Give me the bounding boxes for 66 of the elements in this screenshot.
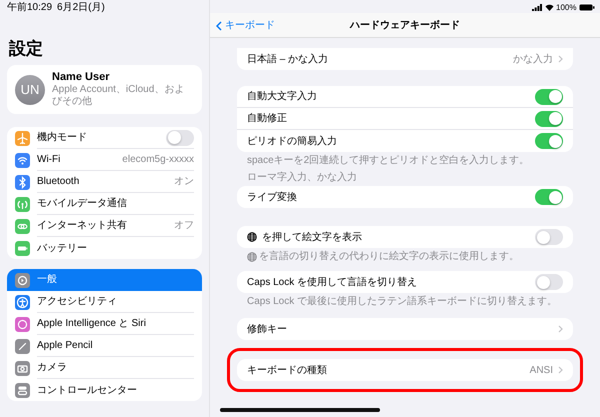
item-label: Wi-Fi	[37, 153, 62, 167]
toggle-switch[interactable]	[535, 88, 563, 104]
item-label: Apple Intelligence と Siri	[37, 317, 147, 331]
item-label: 機内モード	[37, 130, 88, 145]
page-title: 設定	[9, 39, 44, 59]
item-label: モバイルデータ通信	[37, 196, 128, 211]
section-footer: Caps Lock で最後に使用したラテン語系キーボードに切り替えます。	[247, 295, 558, 308]
chevron-icon	[558, 366, 563, 374]
row-label: を押して絵文字を表示	[262, 230, 363, 244]
row-label: キーボードの種類	[247, 364, 328, 378]
item-label: アクセシビリティ	[37, 295, 118, 309]
toggle-switch[interactable]	[166, 130, 194, 146]
row-label: 自動大文字入力	[247, 90, 318, 104]
settings-item[interactable]: Bluetooth オン	[7, 171, 202, 193]
toggle-switch[interactable]	[535, 274, 563, 290]
battery-percent: 100%	[556, 2, 576, 14]
row-value: ANSI	[530, 364, 553, 378]
settings-item[interactable]: インターネット共有 オフ	[7, 215, 202, 237]
toggle-switch[interactable]	[535, 229, 563, 245]
chevron-icon	[558, 55, 563, 63]
signal-icon	[532, 4, 542, 10]
nav-title: ハードウェアキーボード	[350, 18, 460, 32]
status-time: 午前10:29	[7, 1, 52, 13]
row-label: 自動修正	[247, 112, 288, 126]
row-label: 修飾キー	[247, 322, 288, 336]
toggle-switch[interactable]	[535, 110, 563, 126]
item-label: Bluetooth	[37, 175, 80, 189]
settings-item[interactable]: アクセシビリティ	[7, 291, 202, 313]
row-label: ライブ変換	[247, 190, 298, 204]
chevron-icon	[558, 325, 563, 333]
item-label: カメラ	[37, 361, 68, 375]
item-value: オフ	[174, 219, 194, 233]
settings-item[interactable]: Apple Pencil	[7, 335, 202, 357]
item-label: コントロールセンター	[37, 384, 138, 398]
row-label: 日本語 – かな入力	[247, 52, 330, 66]
item-value: elecom5g-xxxxx	[122, 153, 194, 167]
account-card[interactable]: UN Name User Apple Account、iCloud、およびその他	[7, 65, 202, 114]
row-label: ピリオドの簡易入力	[247, 134, 338, 148]
settings-item[interactable]: Apple Intelligence と Siri	[7, 313, 202, 335]
section-footer: を言語の切り替えの代わりに絵文字の表示に使用します。	[259, 250, 519, 263]
row-label: Caps Lock を使用して言語を切り替え	[247, 276, 418, 290]
chevron-left-icon	[216, 20, 222, 30]
settings-item[interactable]: モバイルデータ通信	[7, 193, 202, 215]
item-label: 一般	[37, 273, 58, 287]
settings-item[interactable]: 一般	[7, 269, 202, 291]
section-header: ローマ字入力、かな入力	[246, 171, 358, 185]
settings-item[interactable]: Wi-Fi elecom5g-xxxxx	[7, 149, 202, 171]
battery-icon	[579, 4, 595, 10]
settings-item[interactable]: 機内モード	[7, 127, 202, 149]
item-value: オン	[174, 175, 194, 189]
toggle-switch[interactable]	[535, 189, 563, 205]
item-label: インターネット共有	[37, 218, 128, 233]
item-label: バッテリー	[37, 242, 88, 256]
avatar: UN	[15, 74, 45, 104]
account-subtitle: Apple Account、iCloud、およびその他	[52, 84, 186, 108]
back-button[interactable]: キーボード	[216, 18, 275, 33]
settings-item[interactable]: バッテリー	[7, 237, 202, 259]
settings-item[interactable]: コントロールセンター	[7, 379, 202, 401]
row-value: かな入力	[513, 52, 553, 66]
account-name: Name User	[52, 71, 110, 84]
settings-item[interactable]: カメラ	[7, 357, 202, 379]
section-footer: spaceキーを2回連続して押すとピリオドと空白を入力します。	[247, 154, 530, 167]
status-date: 6月2日(月)	[57, 1, 105, 13]
toggle-switch[interactable]	[535, 133, 563, 149]
item-label: Apple Pencil	[37, 339, 94, 353]
wifi-icon	[544, 4, 554, 10]
